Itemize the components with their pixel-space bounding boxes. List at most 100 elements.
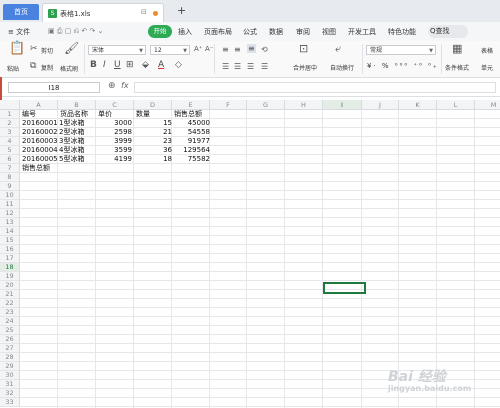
row-header-13[interactable]: 13	[0, 218, 20, 227]
row-header-33[interactable]: 33	[0, 398, 20, 407]
cell-e4[interactable]: 91977	[172, 137, 210, 146]
cell-b6[interactable]: 5型冰箱	[59, 155, 84, 164]
row-header-31[interactable]: 31	[0, 380, 20, 389]
row-header-11[interactable]: 11	[0, 200, 20, 209]
cell-c4[interactable]: 3999	[96, 137, 132, 146]
row-header-10[interactable]: 10	[0, 191, 20, 200]
zoom-icon[interactable]: ⊕	[108, 81, 116, 91]
row-header-17[interactable]: 17	[0, 254, 20, 263]
cell-a6[interactable]: 20160005	[22, 155, 58, 164]
align-middle-icon[interactable]: ≡	[234, 45, 241, 54]
wrap-text-button[interactable]: 自动换行	[330, 63, 354, 72]
row-header-32[interactable]: 32	[0, 389, 20, 398]
number-format-select[interactable]: 常规 ▼	[366, 45, 436, 55]
row-header-25[interactable]: 25	[0, 326, 20, 335]
name-box[interactable]: I18	[8, 82, 100, 93]
clear-format-icon[interactable]: ◇	[175, 61, 182, 70]
cell-d3[interactable]: 21	[134, 128, 172, 137]
paste-icon[interactable]: 📋	[9, 42, 25, 55]
tab-page-layout[interactable]: 页面布局	[204, 27, 232, 37]
tab-document[interactable]: S 表格1.xls ⊟	[42, 3, 164, 23]
column-header-m[interactable]: M	[475, 100, 500, 110]
cell-c3[interactable]: 2598	[96, 128, 132, 137]
tab-data[interactable]: 数据	[269, 27, 283, 37]
column-header-c[interactable]: C	[96, 100, 134, 110]
column-header-h[interactable]: H	[285, 100, 323, 110]
formula-input[interactable]	[134, 82, 496, 93]
row-header-7[interactable]: 7	[0, 164, 20, 173]
format-painter-icon[interactable]: 🖌	[64, 42, 79, 54]
copy-button[interactable]: 复制	[41, 63, 53, 72]
column-header-j[interactable]: J	[362, 100, 399, 110]
row-header-18[interactable]: 18	[0, 263, 20, 272]
cell-e5[interactable]: 129564	[172, 146, 210, 155]
spreadsheet-grid[interactable]: ABCDEFGHIJKLM 1 2 3 4 5 6 7 8 9 10 11 12 13 14 15 16 17 1…	[0, 100, 500, 408]
tab-window-icon[interactable]: ⊟	[141, 8, 147, 16]
row-header-30[interactable]: 30	[0, 371, 20, 380]
tab-review[interactable]: 审阅	[296, 27, 310, 37]
row-header-16[interactable]: 16	[0, 245, 20, 254]
row-header-28[interactable]: 28	[0, 353, 20, 362]
cell-a1[interactable]: 编号	[22, 110, 36, 119]
column-header-i[interactable]: I	[323, 100, 362, 110]
cell-e3[interactable]: 54558	[172, 128, 210, 137]
column-header-g[interactable]: G	[247, 100, 285, 110]
italic-icon[interactable]: I	[103, 61, 106, 70]
row-header-23[interactable]: 23	[0, 308, 20, 317]
cell-b5[interactable]: 4型冰箱	[59, 146, 84, 155]
align-right-icon[interactable]: ☰	[247, 62, 254, 71]
column-header-d[interactable]: D	[134, 100, 172, 110]
cell-d2[interactable]: 15	[134, 119, 172, 128]
cell-b4[interactable]: 3型冰箱	[59, 137, 84, 146]
tab-view[interactable]: 视图	[322, 27, 336, 37]
font-color-icon[interactable]: A	[158, 61, 164, 70]
active-cell-selection[interactable]	[323, 282, 366, 294]
column-header-l[interactable]: L	[437, 100, 475, 110]
tab-formulas[interactable]: 公式	[243, 27, 257, 37]
conditional-format-button[interactable]: 条件格式	[445, 63, 469, 72]
table-style-button[interactable]: 表格	[481, 46, 493, 55]
row-header-22[interactable]: 22	[0, 299, 20, 308]
row-header-12[interactable]: 12	[0, 209, 20, 218]
cell-d6[interactable]: 18	[134, 155, 172, 164]
justify-icon[interactable]: ☰	[261, 62, 268, 71]
quick-access-icons[interactable]: ▣ ⎙ ▢ ⎌ ↶ ↷ ⌄	[48, 27, 103, 36]
merge-center-icon[interactable]: ⊡	[299, 43, 308, 54]
align-left-icon[interactable]: ☰	[222, 62, 229, 71]
row-header-19[interactable]: 19	[0, 272, 20, 281]
cell-d5[interactable]: 36	[134, 146, 172, 155]
unsaved-dot-icon[interactable]	[153, 11, 158, 16]
column-header-a[interactable]: A	[20, 100, 58, 110]
row-header-27[interactable]: 27	[0, 344, 20, 353]
tab-home[interactable]: 首页	[3, 4, 39, 20]
cell-a4[interactable]: 20160003	[22, 137, 58, 146]
search-button[interactable]: Q查找	[428, 25, 468, 38]
font-grow-icon[interactable]: A⁺	[194, 45, 202, 54]
cell-e6[interactable]: 75582	[172, 155, 210, 164]
row-header-6[interactable]: 6	[0, 155, 20, 164]
row-header-5[interactable]: 5	[0, 146, 20, 155]
underline-icon[interactable]: U	[114, 61, 121, 70]
cell-c2[interactable]: 3000	[96, 119, 132, 128]
cell-a5[interactable]: 20160004	[22, 146, 58, 155]
column-header-f[interactable]: F	[210, 100, 247, 110]
cell-a3[interactable]: 20160002	[22, 128, 58, 137]
cell-c6[interactable]: 4199	[96, 155, 132, 164]
wrap-text-icon[interactable]: ⤶	[335, 43, 341, 54]
font-name-select[interactable]: 宋体 ▼	[88, 45, 146, 55]
function-icon[interactable]: fx	[121, 81, 129, 90]
row-header-29[interactable]: 29	[0, 362, 20, 371]
row-header-14[interactable]: 14	[0, 227, 20, 236]
row-header-2[interactable]: 2	[0, 119, 20, 128]
row-header-15[interactable]: 15	[0, 236, 20, 245]
cell-e1[interactable]: 销售总额	[174, 110, 202, 119]
cell-b3[interactable]: 2型冰箱	[59, 128, 84, 137]
cell-d1[interactable]: 数量	[136, 110, 150, 119]
cut-button[interactable]: 剪切	[41, 46, 53, 55]
file-menu[interactable]: ≡ 文件	[8, 27, 30, 37]
column-header-b[interactable]: B	[58, 100, 96, 110]
cell-b1[interactable]: 货品名称	[60, 110, 88, 119]
tab-features[interactable]: 特色功能	[388, 27, 416, 37]
row-header-21[interactable]: 21	[0, 290, 20, 299]
select-all-corner[interactable]	[0, 100, 20, 110]
